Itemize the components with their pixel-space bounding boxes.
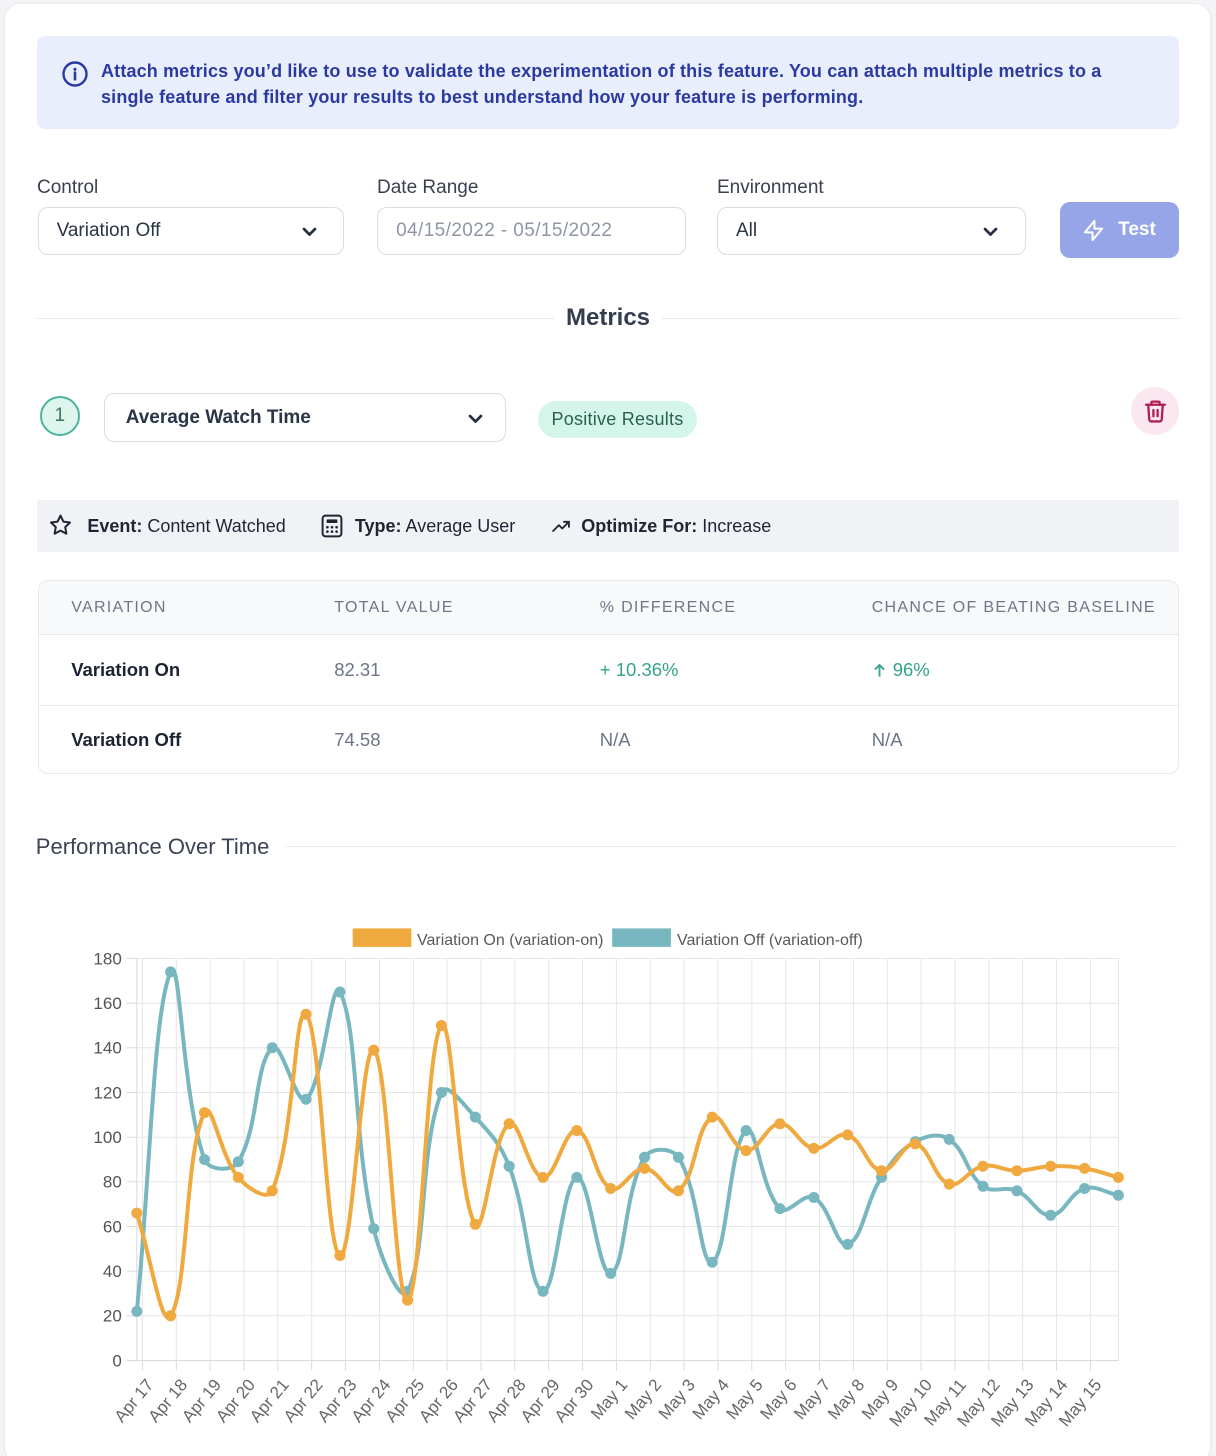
svg-text:May 5: May 5	[722, 1375, 766, 1423]
svg-text:80: 80	[103, 1173, 122, 1192]
svg-text:May 1: May 1	[587, 1375, 631, 1423]
svg-text:May 6: May 6	[756, 1375, 800, 1423]
svg-text:140: 140	[93, 1039, 121, 1058]
svg-text:60: 60	[103, 1217, 122, 1236]
svg-text:Variation Off (variation-off): Variation Off (variation-off)	[677, 932, 863, 949]
svg-text:May 7: May 7	[790, 1375, 834, 1423]
svg-text:40: 40	[103, 1262, 122, 1281]
svg-text:20: 20	[103, 1307, 122, 1326]
svg-text:Variation On (variation-on): Variation On (variation-on)	[417, 932, 603, 949]
svg-text:May 3: May 3	[655, 1375, 699, 1423]
svg-text:120: 120	[93, 1083, 121, 1102]
svg-text:May 8: May 8	[824, 1375, 868, 1423]
svg-text:May 4: May 4	[689, 1375, 733, 1423]
svg-text:180: 180	[93, 949, 121, 968]
svg-text:0: 0	[112, 1351, 121, 1370]
svg-text:100: 100	[93, 1128, 121, 1147]
svg-text:May 2: May 2	[621, 1375, 665, 1423]
svg-text:160: 160	[93, 994, 121, 1013]
